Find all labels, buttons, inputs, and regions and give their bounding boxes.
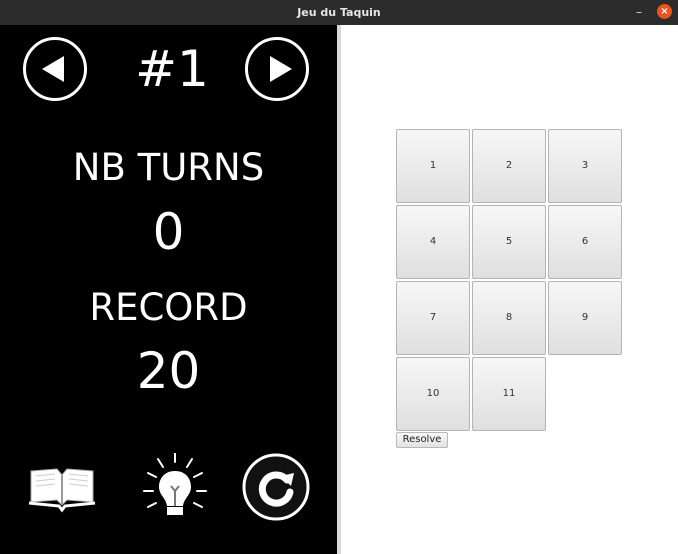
window-title: Jeu du Taquin bbox=[297, 6, 381, 19]
tile-4[interactable]: 4 bbox=[396, 205, 470, 279]
tile-1[interactable]: 1 bbox=[396, 129, 470, 203]
game-sidebar: #1 NB TURNS 0 RECORD 20 bbox=[0, 25, 337, 554]
puzzle-board: 1 2 3 4 5 6 7 8 9 10 11 bbox=[396, 129, 624, 433]
title-bar: Jeu du Taquin – × bbox=[0, 0, 678, 25]
record-label: RECORD bbox=[89, 286, 248, 329]
lightbulb-icon[interactable] bbox=[139, 453, 211, 521]
close-button[interactable]: × bbox=[657, 4, 672, 19]
right-arrow-icon bbox=[270, 56, 292, 82]
tile-9[interactable]: 9 bbox=[548, 281, 622, 355]
previous-level-button[interactable] bbox=[23, 37, 87, 101]
tile-7[interactable]: 7 bbox=[396, 281, 470, 355]
tile-3[interactable]: 3 bbox=[548, 129, 622, 203]
level-number: #1 bbox=[135, 40, 209, 98]
minimize-button[interactable]: – bbox=[631, 5, 647, 21]
record-value: 20 bbox=[136, 342, 201, 400]
left-arrow-icon bbox=[42, 56, 64, 82]
tile-10[interactable]: 10 bbox=[396, 357, 470, 431]
tile-5[interactable]: 5 bbox=[472, 205, 546, 279]
next-level-button[interactable] bbox=[245, 37, 309, 101]
turns-value: 0 bbox=[152, 203, 185, 261]
puzzle-panel: 1 2 3 4 5 6 7 8 9 10 11 Resolve bbox=[341, 25, 678, 554]
tile-11[interactable]: 11 bbox=[472, 357, 546, 431]
resolve-button[interactable]: Resolve bbox=[396, 432, 448, 448]
tile-2[interactable]: 2 bbox=[472, 129, 546, 203]
tile-8[interactable]: 8 bbox=[472, 281, 546, 355]
turns-label: NB TURNS bbox=[72, 146, 265, 189]
book-icon[interactable] bbox=[26, 453, 98, 521]
restart-icon[interactable] bbox=[240, 453, 312, 521]
tile-6[interactable]: 6 bbox=[548, 205, 622, 279]
